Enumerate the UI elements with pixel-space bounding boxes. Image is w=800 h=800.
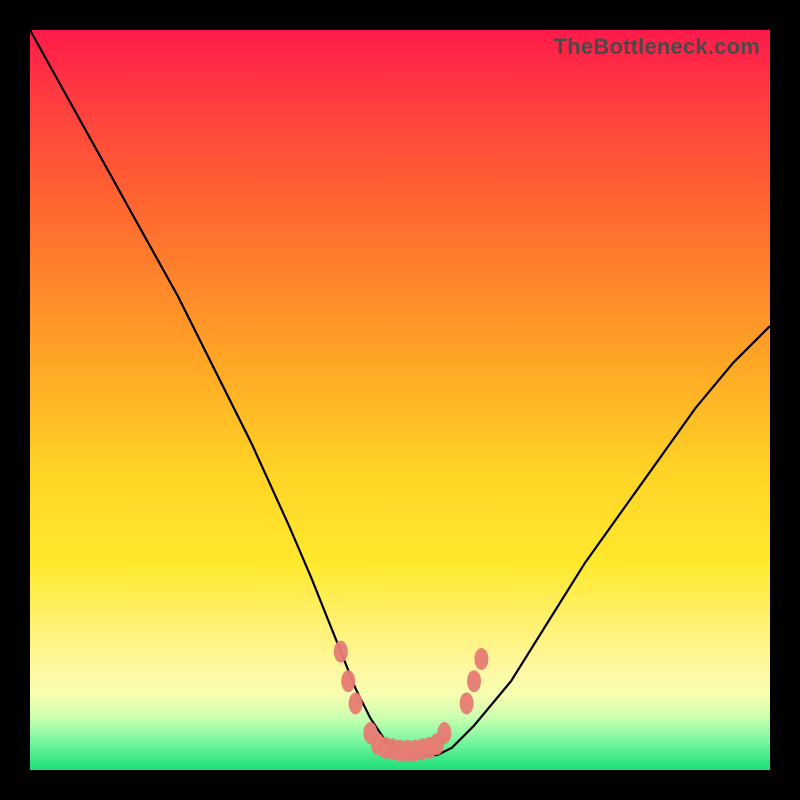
marker-point <box>474 648 488 670</box>
marker-point <box>341 670 355 692</box>
curve-svg <box>30 30 770 770</box>
marker-point <box>460 692 474 714</box>
marker-point <box>334 641 348 663</box>
marker-cluster <box>334 641 489 762</box>
marker-point <box>437 722 451 744</box>
marker-point <box>349 692 363 714</box>
marker-point <box>467 670 481 692</box>
chart-frame: TheBottleneck.com <box>0 0 800 800</box>
plot-area: TheBottleneck.com <box>30 30 770 770</box>
bottleneck-curve <box>30 30 770 755</box>
